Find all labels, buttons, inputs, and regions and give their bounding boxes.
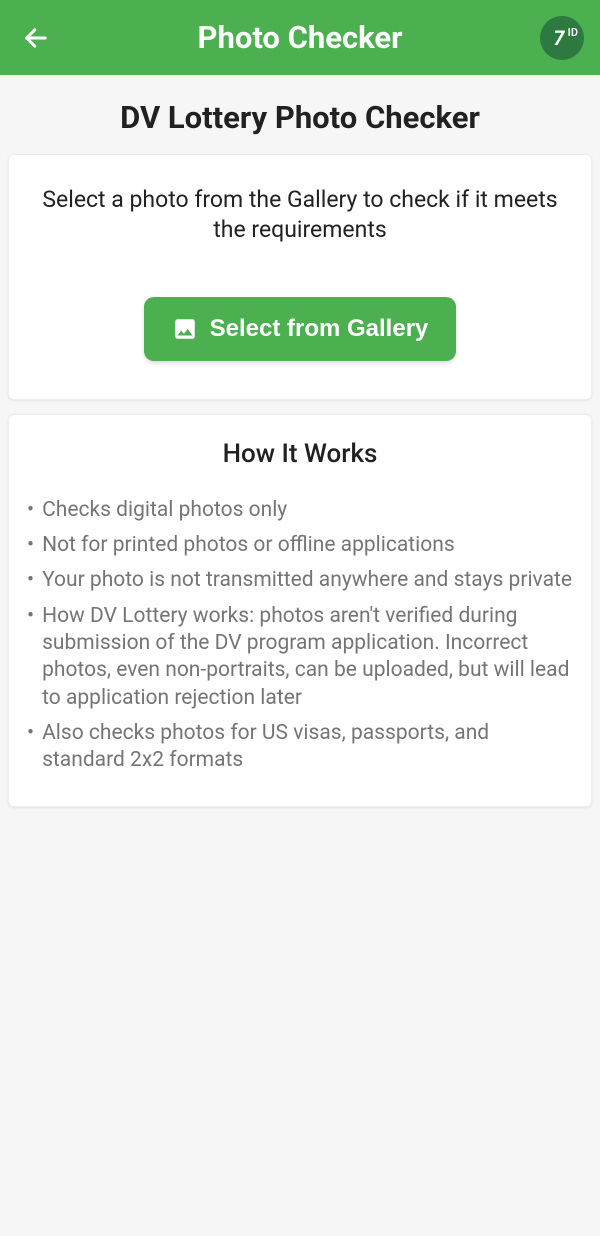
image-icon [172,316,198,342]
list-item: •Also checks photos for US visas, passpo… [27,720,573,775]
app-logo[interactable]: 7 ID [540,16,584,60]
select-gallery-button[interactable]: Select from Gallery [144,297,457,361]
how-it-works-list: •Checks digital photos only •Not for pri… [27,497,573,775]
logo-sub-text: ID [568,26,578,39]
instruction-text: Select a photo from the Gallery to check… [31,185,569,245]
header-title: Photo Checker [197,19,402,56]
instruction-card: Select a photo from the Gallery to check… [8,154,592,400]
select-gallery-label: Select from Gallery [210,315,429,343]
how-it-works-title: How It Works [27,439,573,469]
back-button[interactable] [16,18,56,58]
list-item: •Checks digital photos only [27,497,573,524]
app-header: Photo Checker 7 ID [0,0,600,75]
list-item: •Not for printed photos or offline appli… [27,532,573,559]
page-title: DV Lottery Photo Checker [0,99,600,136]
list-item: •Your photo is not transmitted anywhere … [27,567,573,594]
list-item: •How DV Lottery works: photos aren't ver… [27,603,573,712]
arrow-left-icon [22,24,50,52]
how-it-works-card: How It Works •Checks digital photos only… [8,414,592,808]
logo-main-text: 7 [553,26,564,50]
